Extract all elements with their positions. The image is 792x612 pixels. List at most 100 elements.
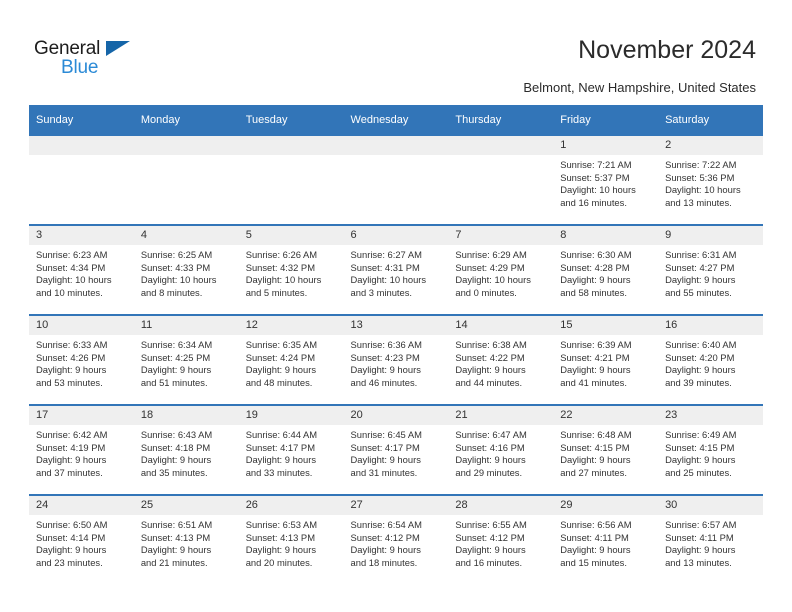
day-info-line: Sunset: 4:25 PM <box>140 351 211 363</box>
calendar-body: 1 Sunrise: 7:21 AM Sunset: 5:37 PM Daylight… <box>29 134 763 584</box>
calendar-day-cell[interactable]: 4 Sunrise: 6:25 AM Sunset: 4:33 PM Daylight… <box>133 224 239 315</box>
calendar-day-cell[interactable]: 13 Sunrise: 6:36 AM Sunset: 4:23 PM Dayligh… <box>343 314 449 405</box>
weekday-header-saturday: Saturday <box>658 105 763 135</box>
day-sun-info: Sunrise: 6:44 AM Sunset: 4:17 PM Daylight:… <box>239 425 344 479</box>
day-info-line: and 41 minutes. <box>560 376 627 388</box>
day-info-line: Sunset: 4:27 PM <box>665 261 735 273</box>
day-info-line: Daylight: 9 hours <box>350 364 421 376</box>
day-info-line: and 44 minutes. <box>455 376 523 388</box>
calendar-day-cell[interactable]: 12 Sunrise: 6:35 AM Sunset: 4:24 PM Dayligh… <box>238 314 344 405</box>
day-info-line: Daylight: 9 hours <box>455 364 526 376</box>
general-blue-logo[interactable]: General Blue <box>34 38 214 82</box>
day-number: 30 <box>658 496 763 515</box>
day-info-line: Daylight: 9 hours <box>665 544 736 556</box>
day-info-line: Sunrise: 6:43 AM <box>140 429 213 440</box>
weekday-header-friday: Friday <box>553 105 659 135</box>
day-number: 24 <box>29 496 134 515</box>
day-sun-info: Sunrise: 6:43 AM Sunset: 4:18 PM Daylight:… <box>134 425 239 479</box>
day-sun-info: Sunrise: 6:33 AM Sunset: 4:26 PM Daylight:… <box>29 335 134 389</box>
day-sun-info: Sunrise: 6:50 AM Sunset: 4:14 PM Daylight:… <box>29 515 134 569</box>
calendar-day-cell[interactable]: 20 Sunrise: 6:45 AM Sunset: 4:17 PM Dayligh… <box>343 404 449 495</box>
day-info-line: Sunset: 4:17 PM <box>350 441 420 453</box>
calendar-week-row: 17 Sunrise: 6:42 AM Sunset: 4:19 PM Dayligh… <box>29 404 763 495</box>
calendar-day-cell[interactable]: 6 Sunrise: 6:27 AM Sunset: 4:31 PM Daylight… <box>343 224 449 315</box>
calendar-container: Sunday Monday Tuesday Wednesday Thursday Frid… <box>29 105 763 584</box>
day-number <box>238 136 344 155</box>
calendar-day-cell[interactable]: 21 Sunrise: 6:47 AM Sunset: 4:16 PM Dayligh… <box>448 404 554 495</box>
day-info-line: Daylight: 9 hours <box>36 454 107 466</box>
day-number: 2 <box>658 136 763 155</box>
day-info-line: and 53 minutes. <box>36 376 103 388</box>
calendar-day-cell[interactable]: 19 Sunrise: 6:44 AM Sunset: 4:17 PM Dayligh… <box>238 404 344 495</box>
day-info-line: and 16 minutes. <box>560 196 627 208</box>
day-info-line: Daylight: 9 hours <box>36 364 107 376</box>
day-info-line: Daylight: 9 hours <box>665 454 736 466</box>
day-info-line: Sunrise: 6:33 AM <box>36 339 108 350</box>
day-info-line: Sunset: 4:29 PM <box>455 261 525 273</box>
day-info-line: Sunrise: 6:30 AM <box>560 249 632 260</box>
day-number: 23 <box>658 406 763 425</box>
calendar-day-cell[interactable]: 9 Sunrise: 6:31 AM Sunset: 4:27 PM Daylight… <box>658 224 763 315</box>
day-sun-info: Sunrise: 6:51 AM Sunset: 4:13 PM Daylight:… <box>134 515 239 569</box>
day-sun-info: Sunrise: 6:40 AM Sunset: 4:20 PM Daylight:… <box>658 335 763 389</box>
calendar-day-cell[interactable]: 18 Sunrise: 6:43 AM Sunset: 4:18 PM Dayligh… <box>133 404 239 495</box>
day-sun-info: Sunrise: 6:31 AM Sunset: 4:27 PM Daylight:… <box>658 245 763 299</box>
day-number: 20 <box>343 406 449 425</box>
day-sun-info: Sunrise: 6:54 AM Sunset: 4:12 PM Daylight:… <box>344 515 449 569</box>
calendar-day-cell-empty <box>238 134 344 225</box>
calendar-day-cell[interactable]: 22 Sunrise: 6:48 AM Sunset: 4:15 PM Dayligh… <box>553 404 659 495</box>
calendar-day-cell[interactable]: 27 Sunrise: 6:54 AM Sunset: 4:12 PM Dayligh… <box>343 494 449 584</box>
calendar-day-cell[interactable]: 2 Sunrise: 7:22 AM Sunset: 5:36 PM Daylight… <box>658 134 763 225</box>
day-sun-info: Sunrise: 6:38 AM Sunset: 4:22 PM Daylight:… <box>448 335 553 389</box>
day-info-line: and 16 minutes. <box>455 556 523 568</box>
day-info-line: Sunrise: 6:29 AM <box>455 249 527 260</box>
day-info-line: Sunrise: 6:53 AM <box>245 519 318 530</box>
calendar-day-cell[interactable]: 3 Sunrise: 6:23 AM Sunset: 4:34 PM Daylight… <box>29 224 134 315</box>
day-info-line: and 5 minutes. <box>245 286 308 298</box>
day-info-line: Sunset: 4:12 PM <box>455 531 525 543</box>
calendar-day-cell[interactable]: 1 Sunrise: 7:21 AM Sunset: 5:37 PM Daylight… <box>553 134 659 225</box>
calendar-day-cell[interactable]: 16 Sunrise: 6:40 AM Sunset: 4:20 PM Dayligh… <box>658 314 763 405</box>
calendar-day-cell[interactable]: 17 Sunrise: 6:42 AM Sunset: 4:19 PM Dayligh… <box>29 404 134 495</box>
calendar-day-cell[interactable]: 7 Sunrise: 6:29 AM Sunset: 4:29 PM Daylight… <box>448 224 554 315</box>
calendar-day-cell[interactable]: 28 Sunrise: 6:55 AM Sunset: 4:12 PM Dayligh… <box>448 494 554 584</box>
day-number: 25 <box>133 496 239 515</box>
day-info-line: Daylight: 9 hours <box>455 544 526 556</box>
day-info-line: Sunrise: 6:51 AM <box>140 519 213 530</box>
day-info-line: Daylight: 9 hours <box>140 454 212 466</box>
calendar-day-cell[interactable]: 29 Sunrise: 6:56 AM Sunset: 4:11 PM Dayligh… <box>553 494 659 584</box>
day-sun-info: Sunrise: 7:21 AM Sunset: 5:37 PM Daylight:… <box>553 155 658 209</box>
calendar-day-cell[interactable]: 8 Sunrise: 6:30 AM Sunset: 4:28 PM Daylight… <box>553 224 659 315</box>
day-info-line: and 31 minutes. <box>350 466 418 478</box>
day-number: 6 <box>343 226 449 245</box>
day-sun-info: Sunrise: 6:49 AM Sunset: 4:15 PM Daylight:… <box>658 425 763 479</box>
day-info-line: and 55 minutes. <box>665 286 732 298</box>
day-number: 28 <box>448 496 554 515</box>
calendar-day-cell[interactable]: 24 Sunrise: 6:50 AM Sunset: 4:14 PM Dayligh… <box>29 494 134 584</box>
calendar-day-cell[interactable]: 25 Sunrise: 6:51 AM Sunset: 4:13 PM Dayligh… <box>133 494 239 584</box>
day-info-line: Sunset: 4:23 PM <box>350 351 420 363</box>
day-sun-info: Sunrise: 6:55 AM Sunset: 4:12 PM Daylight:… <box>448 515 553 569</box>
calendar-day-cell[interactable]: 10 Sunrise: 6:33 AM Sunset: 4:26 PM Dayligh… <box>29 314 134 405</box>
calendar-day-cell[interactable]: 14 Sunrise: 6:38 AM Sunset: 4:22 PM Dayligh… <box>448 314 554 405</box>
day-sun-info: Sunrise: 6:53 AM Sunset: 4:13 PM Daylight:… <box>239 515 344 569</box>
day-info-line: Sunset: 5:36 PM <box>665 171 735 183</box>
calendar-day-cell[interactable]: 26 Sunrise: 6:53 AM Sunset: 4:13 PM Dayligh… <box>238 494 344 584</box>
day-sun-info: Sunrise: 6:27 AM Sunset: 4:31 PM Daylight:… <box>344 245 449 299</box>
day-sun-info: Sunrise: 6:45 AM Sunset: 4:17 PM Daylight:… <box>344 425 449 479</box>
calendar-day-cell[interactable]: 5 Sunrise: 6:26 AM Sunset: 4:32 PM Daylight… <box>238 224 344 315</box>
calendar-day-cell[interactable]: 15 Sunrise: 6:39 AM Sunset: 4:21 PM Dayligh… <box>553 314 659 405</box>
day-info-line: Sunset: 4:11 PM <box>665 531 734 543</box>
day-info-line: and 51 minutes. <box>140 376 208 388</box>
calendar-day-cell[interactable]: 30 Sunrise: 6:57 AM Sunset: 4:11 PM Dayligh… <box>658 494 763 584</box>
calendar-day-cell-empty <box>343 134 449 225</box>
calendar-day-cell[interactable]: 23 Sunrise: 6:49 AM Sunset: 4:15 PM Dayligh… <box>658 404 763 495</box>
day-info-line: Sunrise: 6:38 AM <box>455 339 527 350</box>
day-info-line: Sunset: 4:14 PM <box>36 531 106 543</box>
day-info-line: Sunset: 4:20 PM <box>665 351 735 363</box>
day-info-line: and 58 minutes. <box>560 286 627 298</box>
day-number: 9 <box>658 226 763 245</box>
calendar-day-cell[interactable]: 11 Sunrise: 6:34 AM Sunset: 4:25 PM Dayligh… <box>133 314 239 405</box>
day-info-line: Daylight: 10 hours <box>350 274 427 286</box>
day-info-line: Sunset: 4:28 PM <box>560 261 630 273</box>
